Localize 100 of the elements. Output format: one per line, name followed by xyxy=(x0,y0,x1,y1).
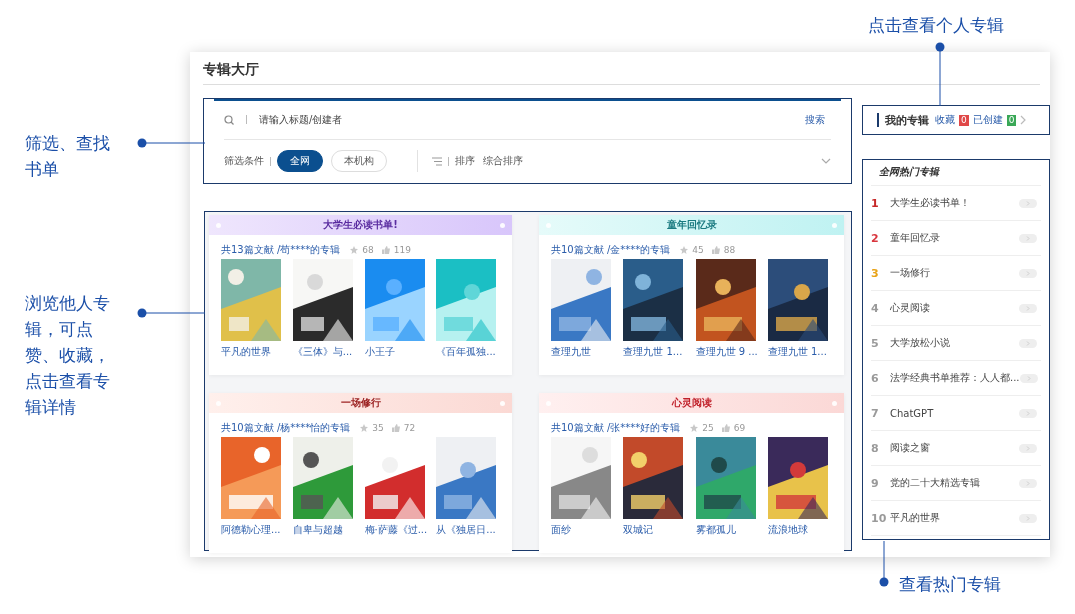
rank-number: 1 xyxy=(871,196,880,210)
rank-number: 5 xyxy=(871,336,880,350)
album-info[interactable]: 共10篇文献 /杨****怡的专辑 xyxy=(221,421,351,435)
annotation-text: 查看热门专辑 xyxy=(899,573,1001,596)
album-card[interactable]: 大学生必读书单! 共13篇文献 /苟****的专辑 68 119 平凡的世界 《三体》与... 小王子 《百年孤独... xyxy=(209,215,512,375)
hot-album-title: 阅读之窗 xyxy=(890,441,931,455)
favorite-count: 68 xyxy=(362,245,374,255)
hot-album-title: 心灵阅读 xyxy=(890,301,931,315)
sort-dropdown[interactable]: 综合排序 xyxy=(483,154,523,169)
album-header[interactable]: 大学生必读书单! xyxy=(209,215,512,235)
favorite-count: 25 xyxy=(702,423,714,433)
annotation-text: 浏览他人专辑，可点赞、收藏，点击查看专辑详情 xyxy=(25,292,111,419)
hot-album-title: 党的二十大精选专辑 xyxy=(890,476,981,490)
rank-number: 7 xyxy=(871,406,880,420)
album-title[interactable]: 大学生必读书单! xyxy=(323,218,398,232)
book-title[interactable]: 查理九世 1... xyxy=(767,346,838,358)
album-info[interactable]: 共10篇文献 /金****的专辑 xyxy=(551,243,671,257)
album-card[interactable]: 心灵阅读 共10篇文献 /张****好的专辑 25 69 面纱 双城记 雾都孤儿 流浪地球 xyxy=(539,393,844,553)
album-card[interactable]: 童年回忆录 共10篇文献 /金****的专辑 45 88 查理九世 查理九世 1... 查理九世 9 ... 查理九世 1... xyxy=(539,215,844,375)
album-header[interactable]: 童年回忆录 xyxy=(539,215,844,235)
book-title[interactable]: 双城记 xyxy=(623,524,694,536)
annotation-text: 点击查看个人专辑 xyxy=(868,14,1004,37)
chevron-down-icon xyxy=(821,158,831,165)
hot-album-title: 大学放松小说 xyxy=(890,336,951,350)
collected-label[interactable]: 收藏 xyxy=(935,113,955,127)
book-title[interactable]: 自卑与超越 xyxy=(292,524,363,536)
collected-count: 0 xyxy=(959,114,969,126)
thumbs-up-icon xyxy=(711,246,720,254)
sort-icon xyxy=(432,156,442,166)
book-title[interactable]: 从《独居日... xyxy=(436,524,506,536)
arrow-pill-icon xyxy=(1019,513,1037,523)
filter-chip[interactable]: 全网 xyxy=(277,150,323,173)
book-title[interactable]: 雾都孤儿 xyxy=(695,524,766,536)
book-title[interactable]: 阿德勒心理... xyxy=(221,524,291,536)
search-button[interactable]: 搜索 xyxy=(799,112,831,127)
hot-album-item[interactable]: 8 阅读之窗 xyxy=(871,431,1041,466)
chevron-right-icon xyxy=(1020,115,1027,125)
hot-album-item[interactable]: 2 童年回忆录 xyxy=(871,221,1041,256)
created-label[interactable]: 已创建 xyxy=(972,113,1003,127)
album-header[interactable]: 一场修行 xyxy=(209,393,512,413)
album-title[interactable]: 童年回忆录 xyxy=(666,218,717,232)
hot-album-item[interactable]: 9 党的二十大精选专辑 xyxy=(871,466,1041,501)
star-icon xyxy=(350,246,359,254)
album-info[interactable]: 共10篇文献 /张****好的专辑 xyxy=(551,421,681,435)
book-title[interactable]: 查理九世 9 ... xyxy=(695,346,766,358)
star-icon xyxy=(680,246,689,254)
leader-line xyxy=(935,42,945,107)
book-title[interactable]: 查理九世 1... xyxy=(623,346,694,358)
hot-album-item[interactable]: 4 心灵阅读 xyxy=(871,291,1041,326)
thumbs-up-icon xyxy=(381,246,390,254)
hot-album-item[interactable]: 10 平凡的世界 xyxy=(871,501,1041,536)
hot-album-title: 童年回忆录 xyxy=(890,231,941,245)
book-title[interactable]: 小王子 xyxy=(364,346,435,358)
album-info[interactable]: 共13篇文献 /苟****的专辑 xyxy=(221,243,341,257)
search-field[interactable]: 请输入标题/创建者 xyxy=(259,114,559,126)
thumbs-up-icon xyxy=(391,424,400,432)
rank-number: 6 xyxy=(871,371,880,385)
hot-album-item[interactable]: 6 法学经典书单推荐：人人都... xyxy=(871,361,1041,396)
book-title[interactable]: 面纱 xyxy=(551,524,622,536)
like-count: 88 xyxy=(723,245,736,255)
leader-line xyxy=(137,138,206,148)
rank-number: 9 xyxy=(871,476,880,490)
favorite-count: 35 xyxy=(372,423,384,433)
book-title[interactable]: 流浪地球 xyxy=(767,524,838,536)
arrow-pill-icon xyxy=(1019,198,1037,208)
book-title[interactable]: 梅·萨藤《过... xyxy=(364,524,435,536)
rank-number: 10 xyxy=(871,511,888,525)
created-count: 0 xyxy=(1006,114,1017,126)
leader-line xyxy=(137,308,206,318)
thumbs-up-icon xyxy=(721,424,730,432)
rank-number: 8 xyxy=(871,441,880,455)
album-title[interactable]: 一场修行 xyxy=(340,396,381,410)
sort-label: 排序 xyxy=(455,154,475,169)
arrow-pill-icon xyxy=(1019,233,1037,243)
album-header[interactable]: 心灵阅读 xyxy=(539,393,844,413)
filter-chip[interactable]: 本机构 xyxy=(331,150,387,173)
hot-album-item[interactable]: 7 ChatGPT xyxy=(871,396,1041,431)
book-title[interactable]: 《三体》与... xyxy=(292,346,363,358)
page-title: 专辑大厅 xyxy=(203,52,1040,85)
leader-line xyxy=(879,540,889,587)
hot-album-title: 平凡的世界 xyxy=(890,511,941,525)
search-icon xyxy=(224,114,234,125)
like-count: 69 xyxy=(733,423,746,433)
book-title[interactable]: 平凡的世界 xyxy=(221,346,291,358)
hot-album-title: 一场修行 xyxy=(890,266,931,280)
book-title[interactable]: 查理九世 xyxy=(551,346,622,358)
my-albums-title: 我的专辑 xyxy=(885,112,929,128)
arrow-pill-icon xyxy=(1019,268,1037,278)
my-albums-bar[interactable]: 我的专辑 收藏 0 已创建 0 xyxy=(862,105,1050,135)
hot-album-item[interactable]: 3 一场修行 xyxy=(871,256,1041,291)
favorite-count: 45 xyxy=(692,245,704,255)
book-title[interactable]: 《百年孤独... xyxy=(436,346,506,358)
hot-album-title: ChatGPT xyxy=(890,407,935,419)
hot-album-item[interactable]: 5 大学放松小说 xyxy=(871,326,1041,361)
hot-album-item[interactable]: 1 大学生必读书单！ xyxy=(871,186,1041,221)
star-icon xyxy=(690,424,699,432)
album-card[interactable]: 一场修行 共10篇文献 /杨****怡的专辑 35 72 阿德勒心理... 自卑与超越 梅·萨藤《过... 从《独居日... xyxy=(209,393,512,553)
arrow-pill-icon xyxy=(1019,443,1037,453)
album-title[interactable]: 心灵阅读 xyxy=(671,396,712,410)
rank-number: 4 xyxy=(871,301,880,315)
